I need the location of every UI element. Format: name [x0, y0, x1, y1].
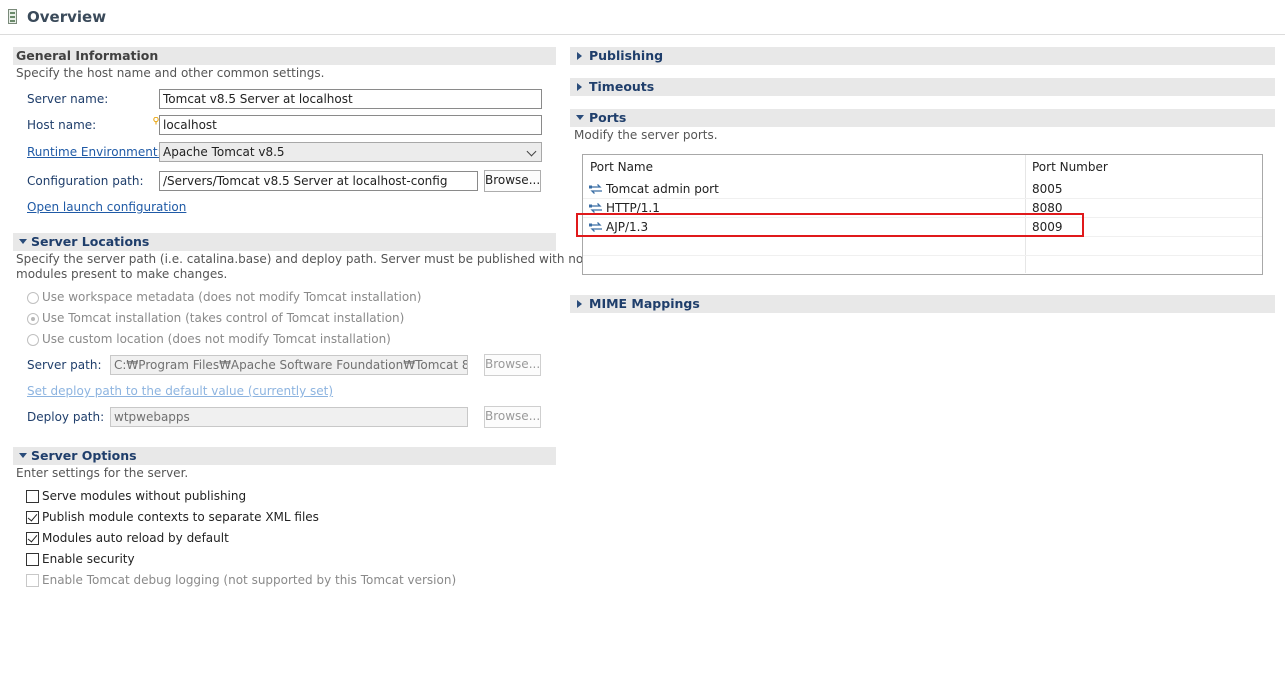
- expand-arrow-icon: [577, 83, 582, 91]
- radio-tomcat-installation[interactable]: [27, 313, 39, 325]
- chevron-down-icon: [526, 146, 537, 157]
- runtime-environment-link[interactable]: Runtime Environment:: [27, 145, 162, 159]
- deploy-path-browse-button[interactable]: Browse...: [484, 406, 541, 428]
- server-overview-icon: [8, 9, 17, 24]
- column-header-port-number[interactable]: Port Number: [1032, 160, 1108, 174]
- column-header-port-name[interactable]: Port Name: [590, 160, 653, 174]
- radio-custom-location-label: Use custom location (does not modify Tom…: [42, 332, 391, 346]
- server-path-label: Server path:: [27, 358, 102, 372]
- checkbox-debug-logging-label: Enable Tomcat debug logging (not support…: [42, 573, 457, 587]
- collapse-arrow-icon: [576, 115, 584, 120]
- row-divider: [583, 255, 1262, 256]
- port-icon: [589, 183, 603, 195]
- section-options-title: Server Options: [31, 448, 137, 463]
- collapse-arrow-icon: [19, 453, 27, 458]
- section-server-options[interactable]: Server Options: [13, 447, 556, 465]
- section-server-locations[interactable]: Server Locations: [13, 233, 556, 251]
- deploy-path-label: Deploy path:: [27, 410, 105, 424]
- deploy-path-input[interactable]: wtpwebapps: [110, 407, 468, 427]
- section-locations-title: Server Locations: [31, 234, 150, 249]
- server-name-input[interactable]: Tomcat v8.5 Server at localhost: [159, 89, 542, 109]
- server-path-input[interactable]: C:₩Program Files₩Apache Software Foundat…: [110, 355, 468, 375]
- section-publishing-title: Publishing: [589, 48, 664, 63]
- host-name-label: Host name:: [27, 118, 97, 132]
- set-deploy-path-link[interactable]: Set deploy path to the default value (cu…: [27, 384, 333, 398]
- checkbox-enable-security[interactable]: [26, 553, 39, 566]
- page-title: Overview: [27, 8, 107, 26]
- server-path-browse-button[interactable]: Browse...: [484, 354, 541, 376]
- checkbox-publish-contexts[interactable]: [26, 511, 39, 524]
- checkbox-debug-logging[interactable]: [26, 574, 39, 587]
- section-ports[interactable]: Ports: [570, 109, 1275, 127]
- table-row[interactable]: Tomcat admin port 8005: [583, 180, 1262, 198]
- section-publishing[interactable]: Publishing: [570, 47, 1275, 65]
- editor-title-bar: [0, 0, 1285, 35]
- section-general-information: General Information: [13, 47, 556, 65]
- section-mime-title: MIME Mappings: [589, 296, 700, 311]
- checkbox-publish-contexts-label: Publish module contexts to separate XML …: [42, 510, 319, 524]
- options-description: Enter settings for the server.: [16, 466, 189, 480]
- ports-description: Modify the server ports.: [574, 128, 718, 142]
- checkbox-serve-modules-label: Serve modules without publishing: [42, 489, 247, 503]
- configuration-path-label: Configuration path:: [27, 174, 144, 188]
- host-name-input[interactable]: localhost: [159, 115, 542, 135]
- expand-arrow-icon: [577, 300, 582, 308]
- radio-workspace-metadata[interactable]: [27, 292, 39, 304]
- locations-description-line2: modules present to make changes.: [16, 267, 228, 281]
- section-mime-mappings[interactable]: MIME Mappings: [570, 295, 1275, 313]
- configuration-browse-button[interactable]: Browse...: [484, 170, 541, 192]
- radio-tomcat-installation-label: Use Tomcat installation (takes control o…: [42, 311, 405, 325]
- collapse-arrow-icon: [19, 239, 27, 244]
- highlight-box: [576, 213, 1084, 237]
- checkbox-enable-security-label: Enable security: [42, 552, 135, 566]
- server-name-label: Server name:: [27, 92, 109, 106]
- configuration-path-input[interactable]: /Servers/Tomcat v8.5 Server at localhost…: [159, 171, 478, 191]
- port-number-cell[interactable]: 8005: [1032, 182, 1063, 196]
- section-general-title: General Information: [16, 48, 159, 63]
- runtime-selected-value: Apache Tomcat v8.5: [163, 145, 285, 159]
- checkbox-auto-reload-label: Modules auto reload by default: [42, 531, 229, 545]
- section-ports-title: Ports: [589, 110, 627, 125]
- port-name-cell: Tomcat admin port: [606, 182, 719, 196]
- locations-description-line1: Specify the server path (i.e. catalina.b…: [16, 252, 584, 266]
- radio-custom-location[interactable]: [27, 334, 39, 346]
- section-timeouts[interactable]: Timeouts: [570, 78, 1275, 96]
- general-description: Specify the host name and other common s…: [16, 66, 325, 80]
- expand-arrow-icon: [577, 52, 582, 60]
- radio-workspace-metadata-label: Use workspace metadata (does not modify …: [42, 290, 422, 304]
- section-timeouts-title: Timeouts: [589, 79, 655, 94]
- open-launch-configuration-link[interactable]: Open launch configuration: [27, 200, 186, 214]
- checkbox-auto-reload[interactable]: [26, 532, 39, 545]
- runtime-environment-select[interactable]: Apache Tomcat v8.5: [159, 142, 542, 162]
- checkbox-serve-modules[interactable]: [26, 490, 39, 503]
